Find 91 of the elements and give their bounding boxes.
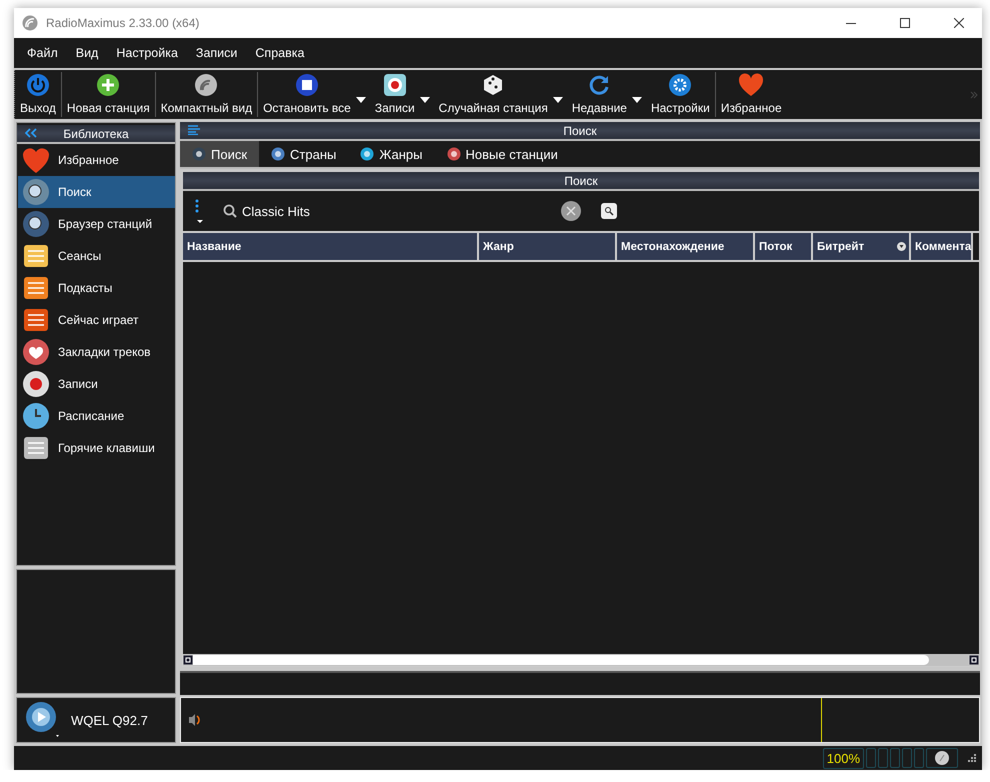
maximize-icon (900, 18, 910, 28)
toolbar-button[interactable]: Настройки (646, 71, 715, 118)
clock-icon (22, 402, 50, 430)
sidebar-item[interactable]: Расписание (18, 400, 175, 432)
column-header[interactable]: Название (183, 233, 479, 260)
dropdown-caret-icon[interactable] (552, 96, 563, 102)
menu-icon[interactable] (188, 125, 200, 135)
collapse-icon[interactable] (25, 128, 37, 138)
menu-item[interactable]: Настройка (107, 46, 187, 60)
toolbar-button[interactable]: Выход (15, 71, 61, 118)
meter-segment (902, 748, 912, 768)
tab[interactable]: Новые станции (434, 141, 570, 167)
search-icon (223, 204, 237, 218)
sidebar-item[interactable]: Избранное (18, 144, 175, 176)
sidebar-item[interactable]: Сейчас играет (18, 304, 175, 336)
app-logo-icon (22, 15, 38, 31)
toolbar-button[interactable]: Компактный вид (156, 71, 258, 118)
sidebar-item[interactable]: Сеансы (18, 240, 175, 272)
sidebar-item[interactable]: Записи (18, 368, 175, 400)
toolbar-button[interactable]: Недавние (566, 71, 632, 118)
tab[interactable]: Страны (259, 141, 348, 167)
meter-segment (878, 748, 888, 768)
sidebar-item-label: Поиск (58, 185, 92, 199)
meter-segment (890, 748, 900, 768)
sidebar-item-label: Сейчас играет (58, 313, 139, 327)
sidebar-item-label: Расписание (58, 409, 124, 423)
sidebar-item-label: Избранное (58, 153, 119, 167)
options-icon[interactable] (193, 198, 203, 224)
settings-icon (668, 73, 692, 97)
sidebar-item-label: Браузер станций (58, 217, 152, 231)
horizontal-scrollbar[interactable] (183, 654, 979, 666)
tab[interactable]: Поиск (180, 141, 260, 167)
panel-title: Поиск (563, 124, 597, 138)
scroll-thumb[interactable] (193, 655, 929, 665)
panel-title: Библиотека (63, 126, 129, 140)
menu-item[interactable]: Вид (66, 46, 108, 60)
filter-icon[interactable] (897, 242, 906, 251)
speaker-icon[interactable] (189, 713, 201, 727)
heart-icon (22, 146, 50, 174)
toolbar-button[interactable]: Случайная станция (434, 71, 553, 118)
play-icon[interactable] (25, 701, 61, 740)
sidebar-item-label: Закладки треков (58, 345, 151, 359)
minimize-icon (846, 22, 856, 24)
power-icon (26, 73, 50, 97)
column-header[interactable]: Поток (755, 233, 813, 260)
meter-segment (866, 748, 876, 768)
sidebar-item[interactable]: Подкасты (18, 272, 175, 304)
menu-item[interactable]: Справка (246, 46, 314, 60)
meter-segment (914, 748, 924, 768)
search-button-icon[interactable] (601, 203, 617, 219)
sidebar-item-label: Записи (58, 377, 98, 391)
station-name: WQEL Q92.7 (71, 712, 148, 728)
toolbar-button[interactable]: Избранное (716, 71, 787, 118)
sidebar-item[interactable]: Закладки треков (18, 336, 175, 368)
plus-icon (96, 73, 120, 97)
sidebar-item-label: Горячие клавиши (58, 441, 155, 455)
sidebar-item-label: Подкасты (58, 281, 112, 295)
tab[interactable]: Жанры (348, 141, 434, 167)
dropdown-caret-icon[interactable] (356, 96, 366, 102)
resize-grip-icon[interactable] (968, 754, 976, 762)
sidebar-item[interactable]: Браузер станций (18, 208, 175, 240)
window-title: RadioMaximus 2.33.00 (x64) (46, 16, 200, 30)
toolbar-button[interactable]: Записи (370, 71, 420, 118)
scroll-end-icon[interactable] (969, 655, 979, 665)
refresh-icon (587, 73, 612, 97)
dropdown-caret-icon[interactable] (420, 96, 430, 102)
menu-item[interactable]: Файл (18, 46, 67, 60)
sidebar-item-label: Сеансы (58, 249, 102, 263)
notes-icon (22, 242, 50, 270)
sidebar-item[interactable]: Поиск (18, 176, 175, 208)
close-icon (954, 18, 964, 28)
toolbar-button[interactable]: Остановить все (258, 71, 356, 118)
column-header[interactable]: Битрейт (813, 233, 911, 260)
sidebar-item[interactable]: Горячие клавиши (18, 432, 175, 464)
stop-icon (294, 73, 319, 97)
record-icon (22, 370, 50, 398)
clear-icon[interactable] (561, 201, 581, 221)
column-header[interactable]: Жанр (479, 233, 617, 260)
scroll-end-icon[interactable] (183, 655, 193, 665)
record-icon (382, 73, 407, 97)
search-field[interactable]: Classic Hits (223, 204, 553, 218)
position-marker (821, 698, 822, 742)
toolbar-button[interactable]: Новая станция (62, 71, 155, 118)
column-header[interactable]: Местонахождение (617, 233, 755, 260)
section-title: Поиск (564, 174, 598, 188)
dropdown-caret-icon[interactable] (632, 96, 642, 102)
signal-icon (194, 73, 218, 97)
heart-icon (738, 73, 764, 97)
knob-button[interactable] (926, 748, 958, 768)
zoom-level: 100% (822, 748, 864, 768)
menu-item[interactable]: Записи (186, 46, 246, 60)
